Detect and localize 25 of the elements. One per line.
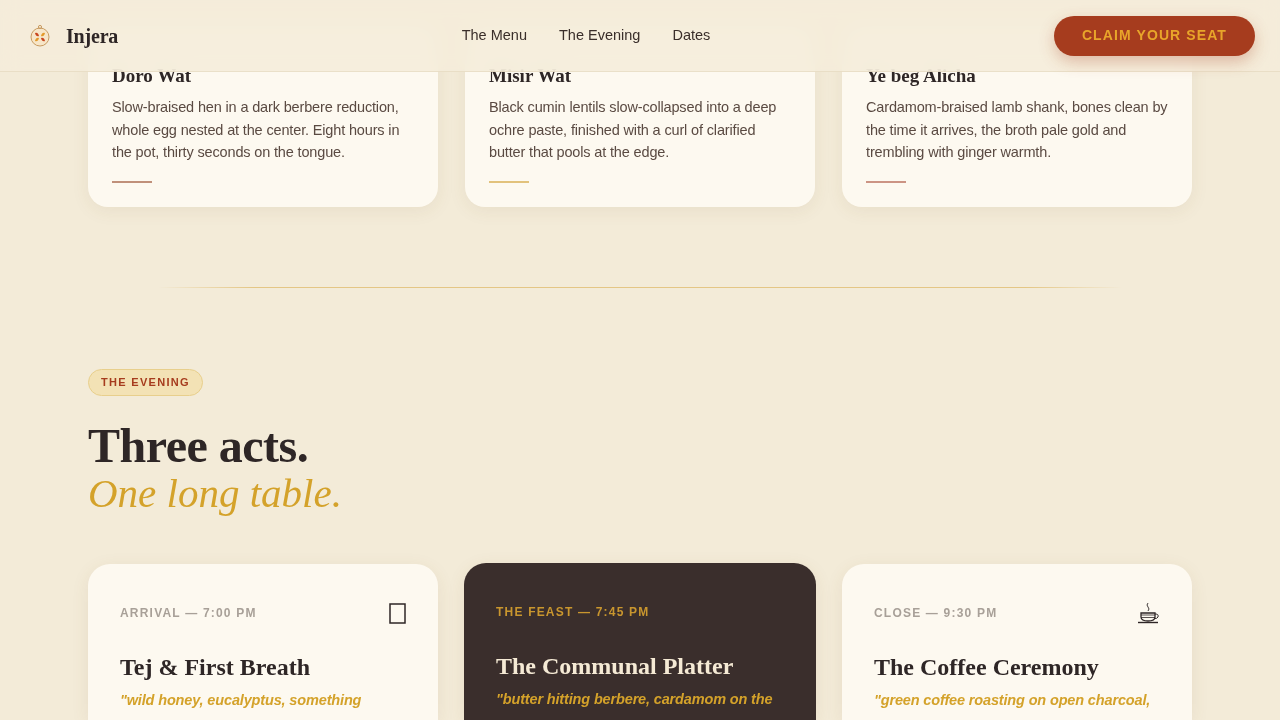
logo-icon bbox=[30, 24, 50, 47]
act-title: Tej & First Breath bbox=[120, 652, 311, 682]
section-subheading: One long table. bbox=[88, 469, 343, 516]
nav-link[interactable]: The Menu bbox=[461, 24, 527, 47]
act-quote: "green coffee roasting on open charcoal, bbox=[874, 690, 1152, 710]
dish-name: Doro Wat bbox=[112, 64, 192, 88]
dish-description: Black cumin lentils slow-collapsed into a deep ochre paste, finished with a curl of clarified butter that pools at the edge. bbox=[489, 98, 778, 162]
dish-description: Slow-braised hen in a dark berbere reduction, whole egg nested at the center. Eight hours in the pot, thirty seconds on the tongue. bbox=[112, 98, 401, 162]
act-quote: "butter hitting berbere, cardamom on the bbox=[496, 689, 774, 709]
act-quote: "wild honey, eucalyptus, something bbox=[120, 690, 363, 710]
dish-name: Misir Wat bbox=[489, 64, 573, 88]
section-heading: Three acts. bbox=[88, 421, 310, 470]
act-time: CLOSE — 9:30 PM bbox=[874, 605, 998, 622]
act-title: The Communal Platter bbox=[496, 651, 735, 681]
nav-link[interactable]: The Evening bbox=[559, 24, 641, 47]
dish-description: Cardamom-braised lamb shank, bones clean by the time it arrives, the broth pale gold and trembling with ginger warmth. bbox=[866, 98, 1168, 162]
brand-name[interactable]: Injera bbox=[66, 20, 119, 51]
act-time: ARRIVAL — 7:00 PM bbox=[120, 605, 257, 622]
dish-name: Ye beg Alicha bbox=[866, 64, 977, 88]
nav-link[interactable]: Dates bbox=[672, 24, 711, 47]
act-title: The Coffee Ceremony bbox=[874, 652, 1100, 682]
empty-box-icon bbox=[389, 602, 406, 624]
act-time: THE FEAST — 7:45 PM bbox=[496, 604, 650, 621]
section-tag: THE EVENING bbox=[88, 368, 203, 396]
coffee-cup-icon bbox=[1137, 602, 1160, 624]
